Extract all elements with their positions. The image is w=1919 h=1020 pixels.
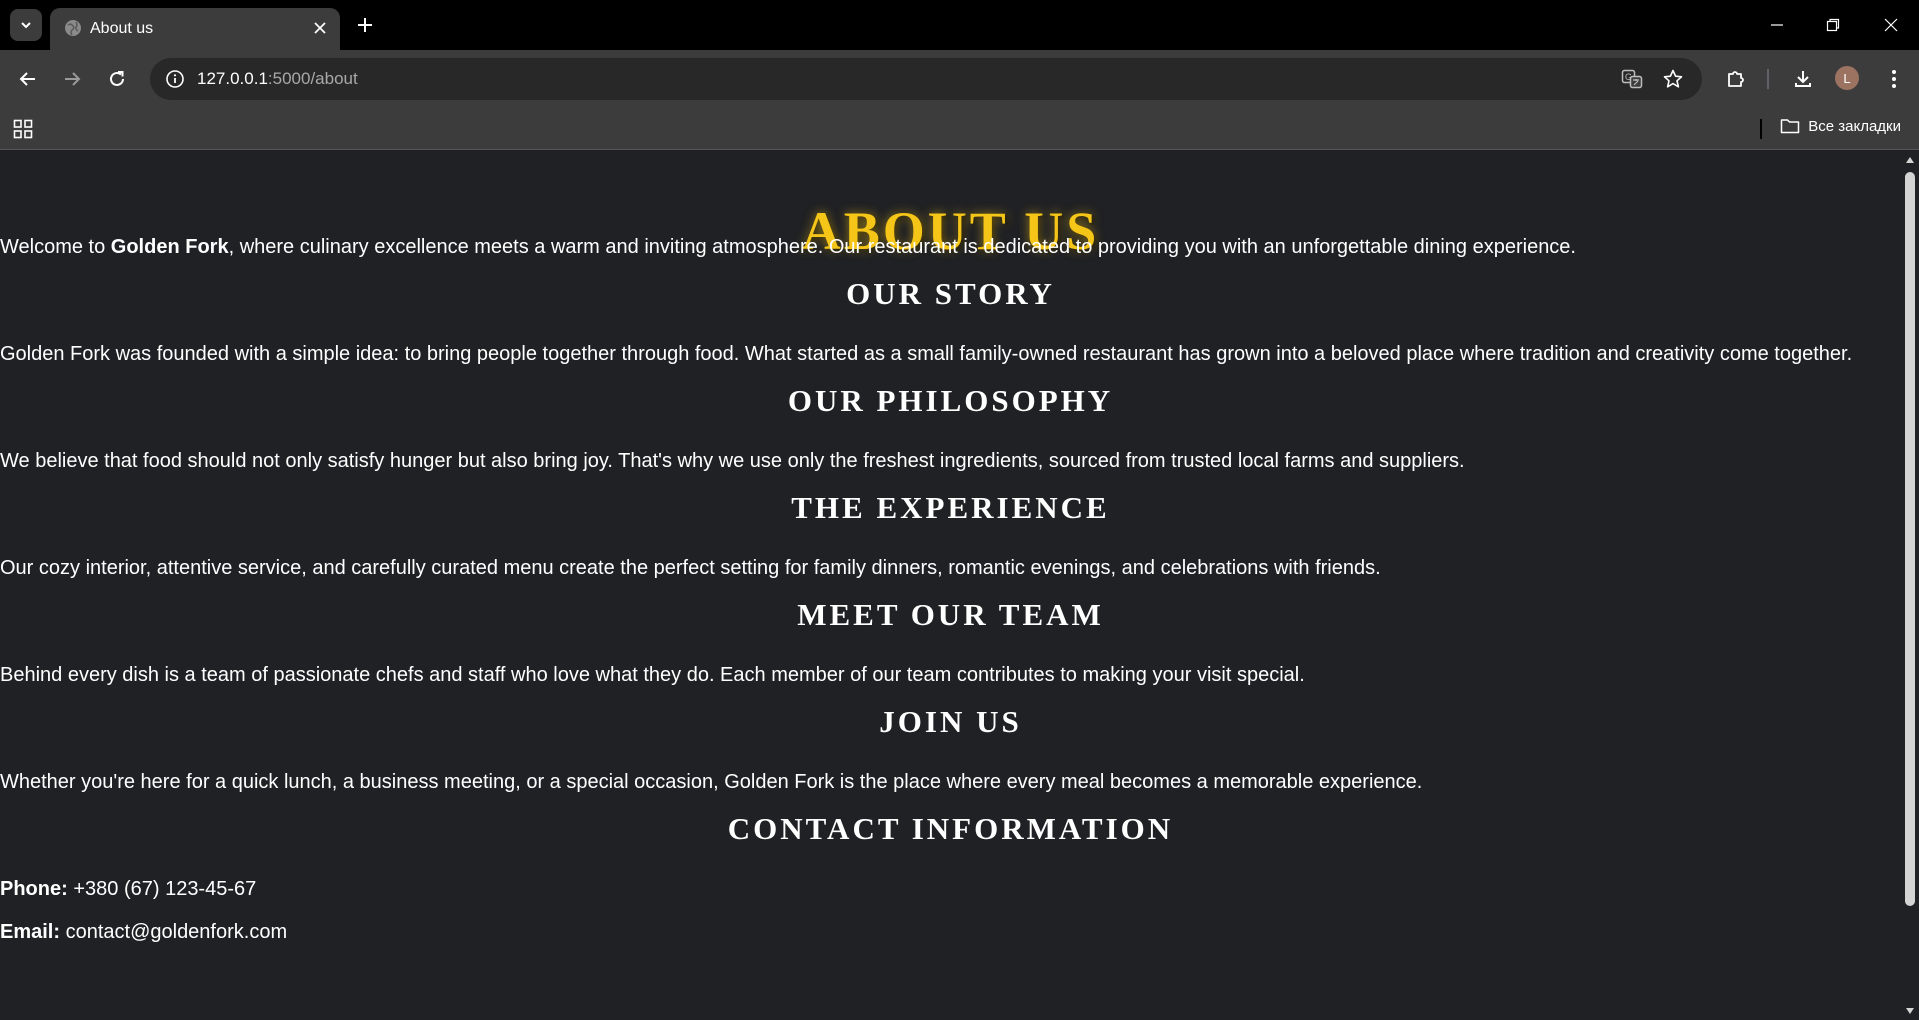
puzzle-icon <box>1728 71 1744 87</box>
all-bookmarks-label: Все закладки <box>1808 117 1901 135</box>
heading-our-story: OUR STORY <box>846 276 1055 311</box>
contact-phone: Phone: +380 (67) 123-45-67 <box>0 878 256 901</box>
intro-suffix: , where culinary excellence meets a warm… <box>228 236 1576 258</box>
browser-menu-button[interactable] <box>1878 63 1910 95</box>
phone-label: Phone: <box>0 878 68 900</box>
chevron-down-icon <box>21 22 31 29</box>
profile-avatar[interactable]: L <box>1835 66 1859 90</box>
reload-button[interactable] <box>101 63 133 95</box>
bookmark-star-button[interactable] <box>1658 64 1688 94</box>
url-path: :5000/about <box>267 69 358 88</box>
bookmarks-bar: Все закладки <box>0 108 1919 150</box>
arrow-left-icon <box>19 72 35 86</box>
text-join-us: Whether you're here for a quick lunch, a… <box>0 771 1423 793</box>
page-viewport: ABOUT US Welcome to Golden Fork, where c… <box>0 150 1901 1020</box>
text-the-experience: Our cozy interior, attentive service, an… <box>0 557 1381 579</box>
close-window-button[interactable] <box>1876 10 1906 40</box>
download-icon <box>1795 71 1811 87</box>
plus-icon <box>358 18 372 32</box>
text-our-philosophy: We believe that food should not only sat… <box>0 450 1465 472</box>
scroll-thumb[interactable] <box>1905 172 1915 906</box>
triangle-down-icon <box>1906 1008 1914 1014</box>
heading-join-us: JOIN US <box>879 704 1022 739</box>
heading-meet-our-team: MEET OUR TEAM <box>797 597 1104 632</box>
text-our-story: Golden Fork was founded with a simple id… <box>0 343 1853 365</box>
tab-close-button[interactable] <box>310 18 330 38</box>
restore-button[interactable] <box>1818 10 1848 40</box>
email-label: Email: <box>0 921 61 943</box>
brand-name: Golden Fork <box>110 236 229 258</box>
restore-icon <box>1826 18 1840 32</box>
intro-paragraph: Welcome to Golden Fork, where culinary e… <box>0 236 1576 259</box>
address-bar[interactable]: 127.0.0.1:5000/about G <box>150 58 1702 100</box>
forward-button[interactable] <box>56 63 88 95</box>
email-value: contact@goldenfork.com <box>60 921 288 943</box>
scroll-up-arrow[interactable] <box>1905 155 1915 165</box>
close-icon <box>314 22 326 34</box>
tab-title: About us <box>90 20 154 37</box>
all-bookmarks-button[interactable]: Все закладки <box>1780 117 1901 135</box>
close-icon <box>1884 18 1898 32</box>
heading-our-philosophy: OUR PHILOSOPHY <box>787 383 1114 418</box>
info-icon <box>166 70 184 88</box>
scroll-down-arrow[interactable] <box>1905 1006 1915 1016</box>
browser-tab-bar: About us <box>0 0 1919 50</box>
url-text[interactable]: 127.0.0.1:5000/about <box>197 69 358 89</box>
tab-search-button[interactable] <box>10 9 42 41</box>
bookmarks-divider <box>1760 119 1762 139</box>
minimize-icon <box>1771 24 1783 26</box>
apps-button[interactable] <box>10 116 36 142</box>
back-button[interactable] <box>12 63 44 95</box>
phone-value: +380 (67) 123-45-67 <box>67 878 257 900</box>
arrow-right-icon <box>65 72 81 86</box>
heading-contact-information: CONTACT INFORMATION <box>727 811 1174 846</box>
new-tab-button[interactable] <box>352 12 378 38</box>
contact-email: Email: contact@goldenfork.com <box>0 921 287 944</box>
site-info-button[interactable] <box>160 64 190 94</box>
translate-icon: G <box>1621 69 1643 89</box>
toolbar-divider <box>1767 69 1769 89</box>
text-meet-our-team: Behind every dish is a team of passionat… <box>0 664 1305 686</box>
intro-prefix: Welcome to <box>0 236 111 258</box>
star-icon <box>1663 69 1683 88</box>
reload-icon <box>110 71 124 86</box>
kebab-menu-icon <box>1892 70 1896 88</box>
minimize-button[interactable] <box>1762 10 1792 40</box>
url-host: 127.0.0.1 <box>197 69 268 88</box>
page-scrollbar[interactable] <box>1901 150 1919 1020</box>
globe-icon <box>65 20 81 36</box>
translate-button[interactable]: G <box>1617 64 1647 94</box>
extensions-button[interactable] <box>1720 63 1752 95</box>
downloads-button[interactable] <box>1787 63 1819 95</box>
browser-toolbar: 127.0.0.1:5000/about G L <box>0 50 1919 108</box>
folder-icon <box>1780 119 1800 134</box>
active-tab[interactable]: About us <box>50 8 340 50</box>
apps-grid-icon <box>13 119 33 139</box>
triangle-up-icon <box>1906 157 1914 163</box>
heading-the-experience: THE EXPERIENCE <box>791 490 1110 525</box>
